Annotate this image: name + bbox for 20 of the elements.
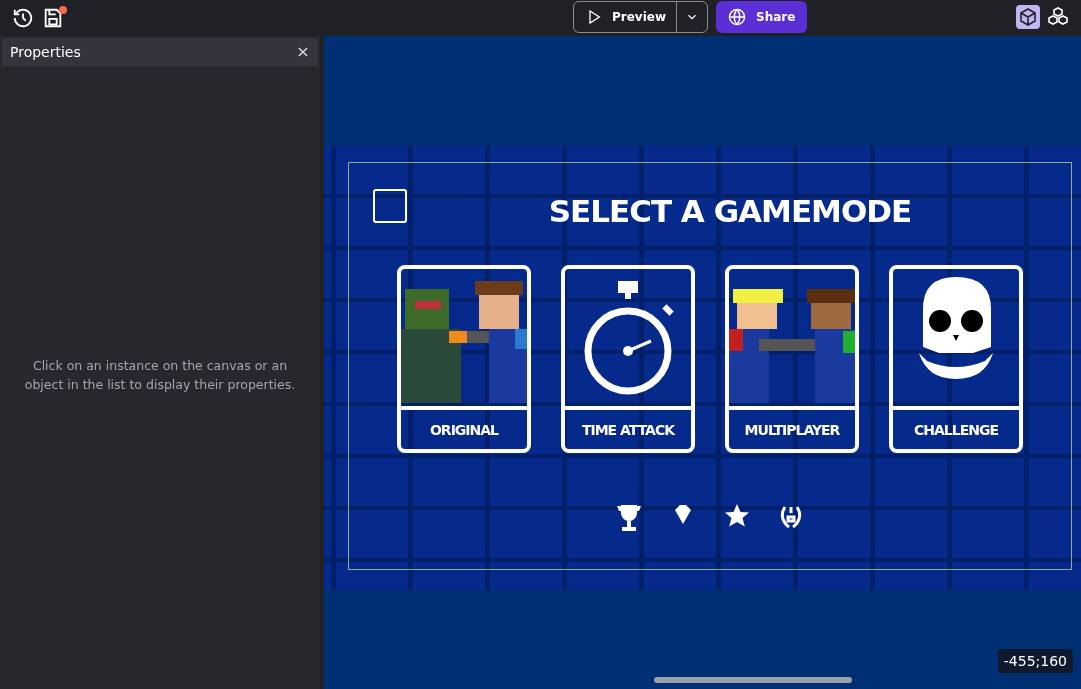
mode-card[interactable]: TIME ATTACK bbox=[561, 265, 695, 453]
mode-card[interactable]: MULTIPLAYER bbox=[725, 265, 859, 453]
close-icon[interactable] bbox=[296, 45, 310, 59]
mode-label: MULTIPLAYER bbox=[729, 406, 855, 449]
globe-icon bbox=[728, 8, 746, 26]
back-button[interactable] bbox=[373, 189, 407, 223]
mode-label: TIME ATTACK bbox=[565, 406, 691, 449]
cube-icon[interactable] bbox=[1016, 5, 1040, 29]
cursor-coordinates: -455;160 bbox=[997, 649, 1073, 673]
panel-title: Properties bbox=[10, 44, 81, 60]
empty-hint: Click on an instance on the canvas or an object in the list to display their properties. bbox=[23, 356, 297, 394]
mode-label: ORIGINAL bbox=[401, 406, 527, 449]
scrollbar[interactable] bbox=[654, 677, 852, 683]
game-title: SELECT A GAMEMODE bbox=[548, 193, 912, 229]
mode-card[interactable]: ORIGINAL bbox=[397, 265, 531, 453]
mode-label: CHALLENGE bbox=[893, 406, 1019, 449]
play-icon bbox=[586, 9, 602, 25]
mode-card[interactable]: CHALLENGE bbox=[889, 265, 1023, 453]
preview-button[interactable]: Preview bbox=[573, 1, 708, 33]
share-button[interactable]: Share bbox=[716, 1, 808, 33]
